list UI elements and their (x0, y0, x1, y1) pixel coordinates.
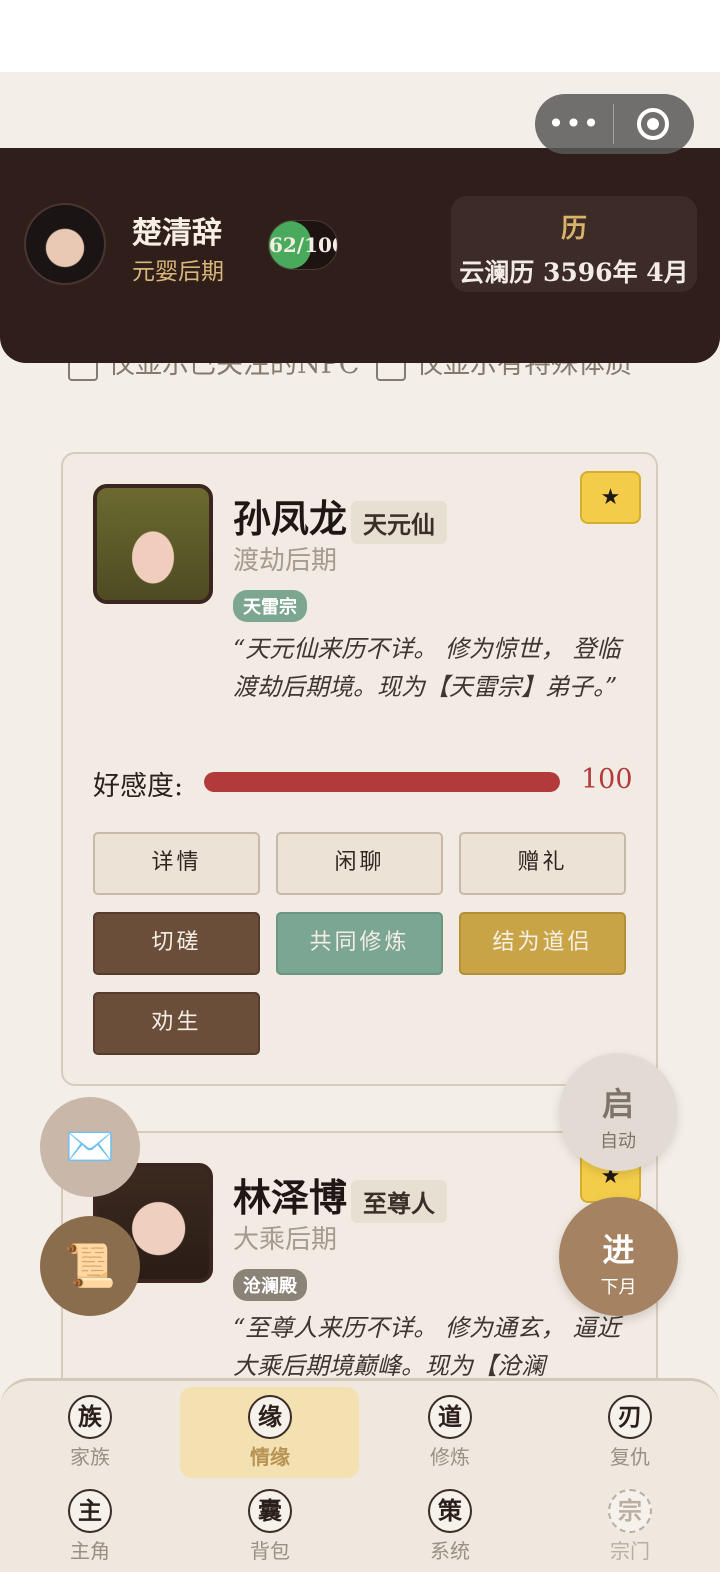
hp-text: 62/100 (269, 233, 337, 257)
bag-icon: 囊 (248, 1489, 292, 1533)
tab-bag[interactable]: 囊 背包 (180, 1489, 360, 1564)
player-avatar[interactable] (24, 203, 106, 285)
spar-button[interactable]: 切磋 (93, 912, 260, 975)
romance-icon: 缘 (248, 1395, 292, 1439)
become-partners-button[interactable]: 结为道侣 (459, 912, 626, 975)
tab-label: 复仇 (610, 1445, 650, 1469)
player-header: 楚清辞 元婴后期 62/100 历 云澜历 3596年 4月 (0, 148, 720, 363)
tab-label: 主角 (70, 1539, 110, 1563)
family-icon: 族 (68, 1395, 112, 1439)
mail-icon: ✉️ (65, 1124, 115, 1170)
system-icon: 策 (428, 1489, 472, 1533)
tab-protagonist[interactable]: 主 主角 (0, 1489, 180, 1564)
npc-realm: 大乘后期 (233, 1225, 338, 1255)
status-bar (0, 0, 720, 72)
npc-name-row: 孙凤龙 天元仙 (233, 488, 448, 544)
auto-glyph: 启 (601, 1085, 634, 1123)
tab-system[interactable]: 策 系统 (360, 1489, 540, 1564)
favor-bar (204, 772, 560, 792)
close-miniprogram-button[interactable] (614, 108, 692, 140)
npc-card: 孙凤龙 天元仙 渡劫后期 天雷宗 “天元仙来历不详。 修为惊世， 登临渡劫后期境。… (61, 452, 658, 1086)
npc-sect-badge: 天雷宗 (233, 590, 307, 622)
tab-label: 家族 (70, 1445, 110, 1469)
npc-portrait[interactable] (93, 484, 213, 604)
gift-button[interactable]: 赠礼 (459, 832, 626, 895)
tab-cultivation[interactable]: 道 修炼 (360, 1395, 540, 1470)
calendar-panel[interactable]: 历 云澜历 3596年 4月 (451, 196, 697, 292)
bottom-tab-bar: 族 家族 缘 情缘 道 修炼 刃 复仇 主 主角 囊 背包 策 系统 宗 宗门 (0, 1378, 720, 1572)
next-label: 下月 (600, 1277, 637, 1298)
npc-description: “天元仙来历不详。 修为惊世， 登临渡劫后期境。现为【天雷宗】弟子。” (233, 635, 621, 701)
miniprogram-capsule: ••• (535, 94, 694, 154)
scroll-icon: 📜 (63, 1241, 117, 1290)
chat-button[interactable]: 闲聊 (276, 832, 443, 895)
favor-label: 好感度: (93, 771, 184, 802)
tab-family[interactable]: 族 家族 (0, 1395, 180, 1470)
next-glyph: 进 (602, 1231, 635, 1269)
tab-label: 情缘 (250, 1445, 290, 1469)
scroll-button[interactable]: 📜 (40, 1216, 140, 1316)
sect-icon: 宗 (608, 1489, 652, 1533)
follow-star-button[interactable]: ★ (580, 471, 641, 524)
tab-label: 系统 (430, 1539, 470, 1563)
revenge-icon: 刃 (608, 1395, 652, 1439)
cultivation-icon: 道 (428, 1395, 472, 1439)
tab-label: 背包 (250, 1539, 290, 1563)
auto-button[interactable]: 启 自动 (559, 1053, 677, 1171)
tab-romance[interactable]: 缘 情缘 (180, 1395, 360, 1470)
protagonist-icon: 主 (68, 1489, 112, 1533)
npc-description: “至尊人来历不详。 修为通玄， 逼近大乘后期境巅峰。现为【沧澜 (233, 1314, 621, 1380)
details-button[interactable]: 详情 (93, 832, 260, 895)
npc-title-badge: 天元仙 (351, 501, 448, 544)
mail-button[interactable]: ✉️ (40, 1097, 140, 1197)
player-realm: 元婴后期 (132, 259, 224, 285)
npc-name: 孙凤龙 (233, 496, 348, 541)
favor-fill (204, 772, 560, 792)
calendar-date: 云澜历 3596年 4月 (459, 258, 689, 287)
npc-title-badge: 至尊人 (351, 1180, 448, 1223)
npc-name: 林泽博 (233, 1175, 348, 1220)
npc-sect-badge: 沧澜殿 (233, 1269, 307, 1301)
npc-realm: 渡劫后期 (233, 546, 338, 576)
tab-label: 宗门 (610, 1539, 650, 1563)
more-icon[interactable]: ••• (535, 94, 613, 154)
target-icon (637, 108, 669, 140)
tab-sect[interactable]: 宗 宗门 (540, 1489, 720, 1564)
persuade-button[interactable]: 劝生 (93, 992, 260, 1055)
favor-value: 100 (581, 764, 633, 795)
npc-name-row: 林泽博 至尊人 (233, 1167, 448, 1223)
tab-label: 修炼 (430, 1445, 470, 1469)
player-name: 楚清辞 (132, 216, 222, 251)
auto-label: 自动 (600, 1131, 636, 1152)
cultivate-together-button[interactable]: 共同修炼 (276, 912, 443, 975)
hp-indicator: 62/100 (268, 220, 338, 270)
calendar-title: 历 (560, 214, 587, 244)
next-month-button[interactable]: 进 下月 (559, 1197, 678, 1316)
tab-revenge[interactable]: 刃 复仇 (540, 1395, 720, 1470)
